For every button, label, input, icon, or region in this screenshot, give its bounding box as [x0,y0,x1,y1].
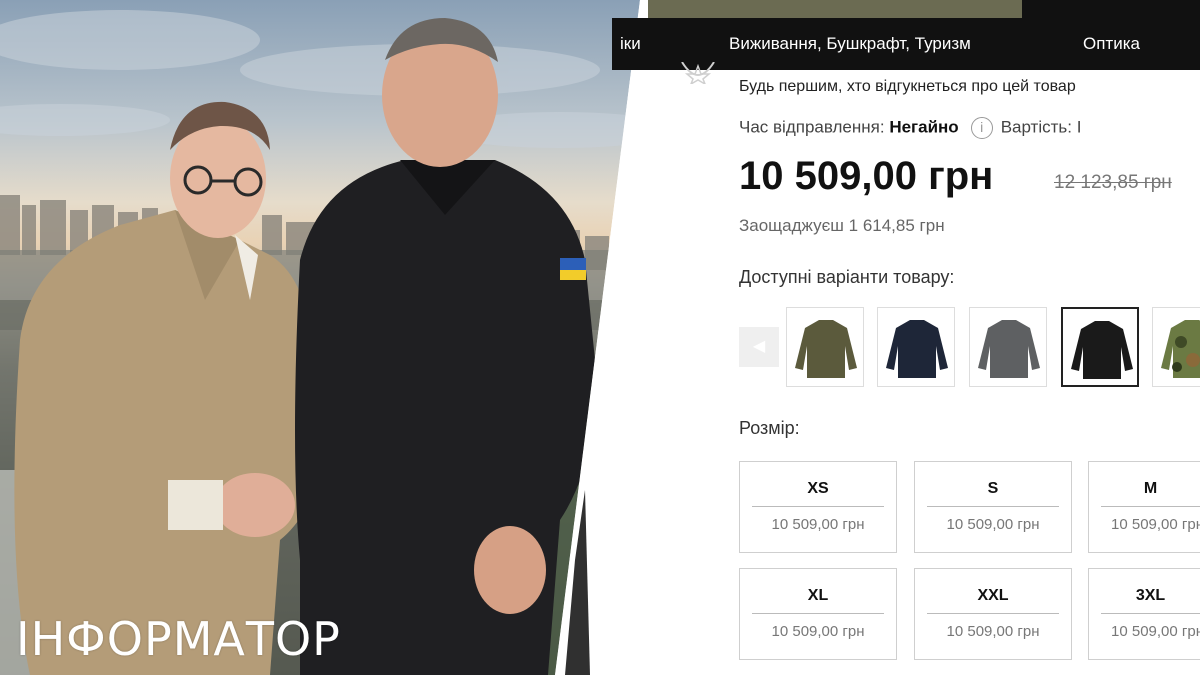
old-price: 12 123,85 грн [1054,172,1172,193]
variants-label: Доступні варіанти товару: [739,267,955,287]
variant-swatch-navy[interactable] [877,307,955,387]
variant-swatch-camo[interactable] [1152,307,1200,387]
jacket-camo-icon [1161,320,1200,378]
jacket-navy-icon [886,320,948,378]
news-photo: ІНФОРМАТОР [0,0,640,675]
jacket-olive-icon [795,320,857,378]
variant-swatch-olive[interactable] [786,307,864,387]
size-option-xxl[interactable]: XXL 10 509,00 грн [914,568,1072,660]
nav-item-optics[interactable]: Оптика [1083,34,1140,54]
nav-item-cut[interactable]: іки [620,34,641,54]
size-option-xs[interactable]: XS 10 509,00 грн [739,461,897,553]
size-price: 10 509,00 грн [946,623,1040,640]
size-label: Розмір: [739,418,800,438]
review-prompt-link[interactable]: Будь першим, хто відгукнеться про цей то… [739,78,1076,96]
size-price: 10 509,00 грн [771,516,865,533]
size-price: 10 509,00 грн [1111,623,1200,640]
chevron-left-icon[interactable]: ◀ [739,327,779,367]
shipping-cost-label: Вартість: І [1000,117,1082,137]
info-icon[interactable]: i [970,117,993,139]
store-topbar [648,0,1200,18]
size-option-3xl[interactable]: 3XL 10 509,00 грн [1088,568,1200,660]
savings-text: Заощаджуєш 1 614,85 грн [739,216,945,235]
nav-item-survival[interactable]: Виживання, Бушкрафт, Туризм [729,34,971,54]
size-option-xl[interactable]: XL 10 509,00 грн [739,568,897,660]
store-emblem-icon [681,62,715,84]
size-name: S [927,480,1059,507]
variant-swatch-grey[interactable] [969,307,1047,387]
size-name: XL [752,587,884,614]
variant-swatch-black[interactable] [1061,307,1139,387]
current-price: 10 509,00 грн [739,154,994,198]
size-name: XS [752,480,884,507]
size-name: XXL [927,587,1059,614]
size-option-m[interactable]: M 10 509,00 грн [1088,461,1200,553]
size-price: 10 509,00 грн [1111,516,1200,533]
size-name: 3XL [1101,587,1200,614]
photo-scene [0,10,640,675]
size-price: 10 509,00 грн [771,623,865,640]
shipping-info: Час відправлення: Негайно i Вартість: І [739,117,1081,139]
watermark-logo: ІНФОРМАТОР [16,612,341,666]
jacket-grey-icon [978,320,1040,378]
shipping-value: Негайно [889,117,959,137]
size-price: 10 509,00 грн [946,516,1040,533]
jacket-black-icon [1071,321,1133,379]
shipping-label: Час відправлення: [739,117,885,137]
size-name: M [1101,480,1200,507]
size-option-s[interactable]: S 10 509,00 грн [914,461,1072,553]
